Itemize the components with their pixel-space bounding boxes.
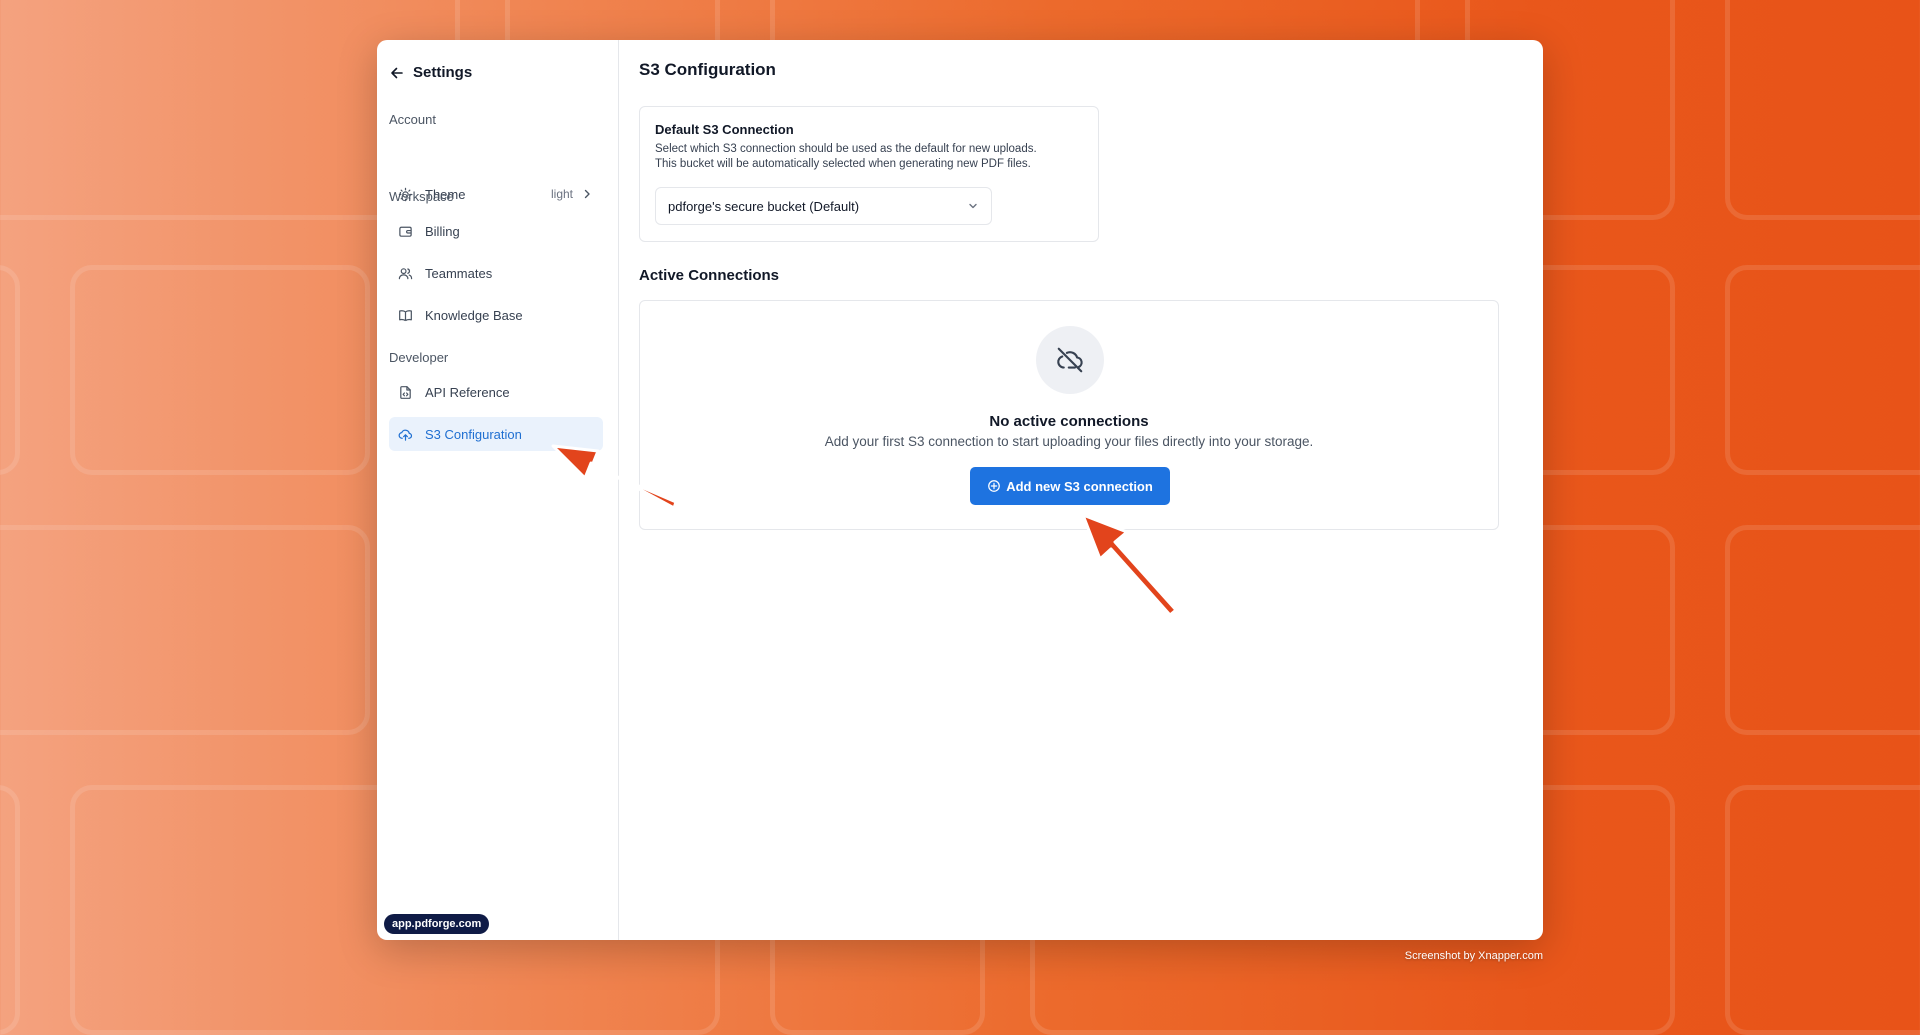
description-line: Select which S3 connection should be use… [655,143,1037,155]
sidebar-item-s3-configuration[interactable]: S3 Configuration [389,417,603,451]
url-badge: app.pdforge.com [384,914,490,934]
sidebar-item-label: S3 Configuration [425,426,522,442]
cloud-upload-icon [397,426,413,442]
settings-sidebar: Settings Account Theme light Workspace B… [377,40,619,940]
default-connection-card: Default S3 Connection Select which S3 co… [639,106,1099,242]
page-title: S3 Configuration [639,60,776,79]
background-tile [0,525,370,735]
add-s3-connection-button[interactable]: Add new S3 connection [970,467,1170,505]
empty-state-title: No active connections [989,413,1149,430]
active-connections-card: No active connections Add your first S3 … [639,300,1499,530]
cloud-off-icon [1036,326,1104,394]
background-tile [0,785,20,1035]
sidebar-item-label: Knowledge Base [425,307,523,323]
file-code-icon [397,384,413,400]
sidebar-item-knowledge-base[interactable]: Knowledge Base [389,298,603,332]
background-tile [1725,785,1920,1035]
sidebar-item-label: Teammates [425,265,493,281]
default-connection-title: Default S3 Connection [655,122,794,137]
chevron-right-icon [581,188,593,200]
users-icon [397,265,413,281]
main-content: S3 Configuration Default S3 Connection S… [619,40,1543,940]
background-tile [1725,525,1920,735]
sidebar-item-billing[interactable]: Billing [389,214,603,248]
background-tile [1725,265,1920,475]
select-value: pdforge's secure bucket (Default) [668,198,860,214]
section-label-developer: Developer [389,350,449,365]
arrow-left-icon[interactable] [389,65,405,81]
sidebar-item-label: API Reference [425,384,510,400]
add-button-label: Add new S3 connection [1006,478,1153,494]
plus-circle-icon [987,479,1001,493]
section-label-workspace: Workspace [389,189,454,204]
sidebar-item-teammates[interactable]: Teammates [389,256,603,290]
wallet-icon [397,223,413,239]
sidebar-header: Settings [389,64,472,81]
sidebar-title: Settings [413,64,473,81]
active-connections-title: Active Connections [639,267,780,284]
section-label-account: Account [389,112,436,127]
sidebar-item-api-reference[interactable]: API Reference [389,375,603,409]
background-tile [1725,0,1920,220]
default-connection-select[interactable]: pdforge's secure bucket (Default) [655,187,992,225]
description-line: This bucket will be automatically select… [655,158,1031,170]
app-window: Settings Account Theme light Workspace B… [377,40,1543,940]
watermark: Screenshot by Xnapper.com [1404,950,1543,962]
sidebar-item-label: Billing [425,223,460,239]
chevron-down-icon [967,200,979,212]
theme-value: light [551,187,593,201]
book-open-icon [397,307,413,323]
background-tile [70,265,370,475]
default-connection-description: Select which S3 connection should be use… [655,142,1085,172]
background-tile [0,265,20,475]
theme-value-text: light [550,187,573,201]
empty-state-description: Add your first S3 connection to start up… [824,434,1314,449]
